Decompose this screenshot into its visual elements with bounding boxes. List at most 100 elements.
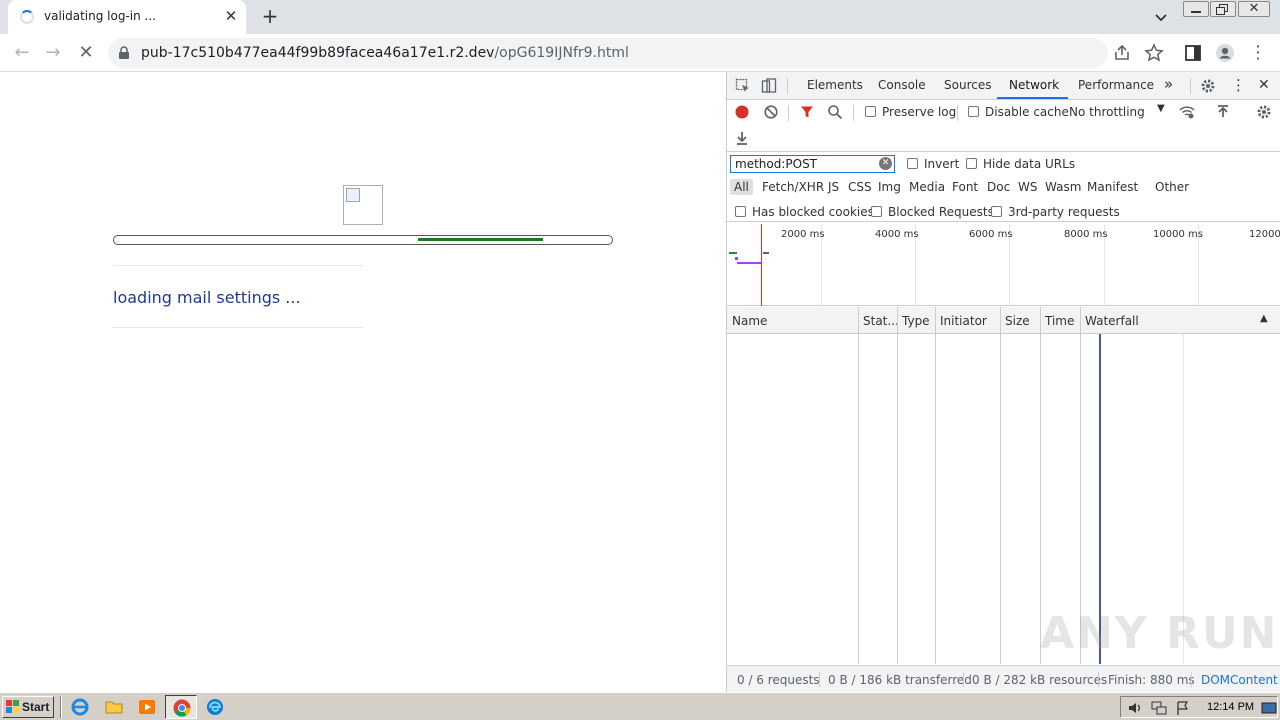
network-conditions-icon[interactable] [1179, 104, 1195, 120]
tab-console[interactable]: Console [878, 78, 926, 92]
tab-sources[interactable]: Sources [944, 78, 991, 92]
filter-bar: method:POST ✕ Invert Hide data URLs All … [727, 152, 1280, 222]
hide-data-urls-checkbox[interactable] [966, 158, 977, 169]
type-filter-wasm[interactable]: Wasm [1041, 179, 1085, 195]
close-devtools-icon[interactable]: ✕ [1258, 77, 1270, 93]
start-button[interactable]: Start [2, 696, 54, 718]
action-center-flag-icon[interactable] [1175, 700, 1191, 716]
filter-input[interactable]: method:POST [730, 155, 895, 173]
invert-label: Invert [924, 157, 960, 171]
third-party-checkbox[interactable] [991, 206, 1002, 217]
separator [1191, 672, 1192, 687]
throttling-dropdown-icon[interactable]: ▼ [1157, 103, 1165, 114]
record-icon[interactable] [734, 104, 750, 120]
has-blocked-cookies-checkbox[interactable] [735, 206, 746, 217]
type-filter-all[interactable]: All [730, 179, 753, 195]
blocked-requests-checkbox[interactable] [871, 206, 882, 217]
progress-bar-fill [418, 238, 543, 241]
tab-performance[interactable]: Performance [1078, 78, 1154, 92]
clear-icon[interactable] [763, 104, 779, 120]
column-status[interactable]: Stat... [863, 314, 899, 328]
more-tabs-chevron-icon[interactable]: » [1164, 75, 1173, 93]
disable-cache-checkbox[interactable] [968, 106, 979, 117]
network-status-bar: 0 / 6 requests 0 B / 186 kB transferred … [727, 665, 1280, 692]
lock-icon [119, 46, 129, 59]
status-requests: 0 / 6 requests [737, 673, 820, 687]
network-toolbar: Preserve log Disable cache No throttling… [727, 100, 1280, 152]
restore-button[interactable] [1210, 1, 1236, 17]
tab-title: validating log-in ... [44, 9, 156, 23]
import-har-icon[interactable] [1215, 104, 1231, 120]
network-icon[interactable] [1151, 700, 1167, 716]
settings-gear-icon[interactable] [1200, 78, 1216, 94]
start-label: Start [22, 700, 50, 714]
side-panel-icon[interactable] [1183, 43, 1203, 63]
new-tab-button[interactable]: + [258, 4, 282, 28]
chrome-taskbar-button[interactable] [165, 695, 197, 719]
type-filter-other[interactable]: Other [1151, 179, 1193, 195]
tab-elements[interactable]: Elements [807, 78, 863, 92]
type-filter-doc[interactable]: Doc [983, 179, 1014, 195]
column-name[interactable]: Name [732, 314, 767, 328]
type-filter-css[interactable]: CSS [844, 179, 876, 195]
column-type[interactable]: Type [902, 314, 930, 328]
column-initiator[interactable]: Initiator [940, 314, 987, 328]
network-settings-gear-icon[interactable] [1256, 104, 1272, 120]
browser-tab[interactable]: validating log-in ... ✕ [8, 0, 246, 34]
progress-bar [113, 235, 613, 245]
profile-avatar-icon[interactable] [1215, 43, 1235, 63]
chevron-down-icon[interactable] [1150, 6, 1172, 28]
device-toggle-icon[interactable] [761, 78, 777, 94]
throttling-select[interactable]: No throttling [1069, 105, 1145, 119]
close-window-button[interactable]: ✕ [1238, 1, 1270, 17]
column-time[interactable]: Time [1045, 314, 1074, 328]
forward-arrow-icon[interactable]: → [40, 40, 66, 66]
devtools-tabbar: Elements Console Sources Network Perform… [727, 72, 1280, 100]
overview-tick-label: 10000 ms [1153, 229, 1203, 240]
type-filter-manifest[interactable]: Manifest [1083, 179, 1142, 195]
separator [1098, 672, 1099, 687]
minimize-button[interactable] [1183, 1, 1209, 17]
clear-filter-icon[interactable]: ✕ [879, 157, 892, 170]
column-size[interactable]: Size [1005, 314, 1030, 328]
inspect-element-icon[interactable] [735, 78, 751, 94]
tab-network[interactable]: Network [1009, 78, 1059, 92]
column-waterfall[interactable]: Waterfall [1085, 314, 1139, 328]
request-table-header: Name Stat... Type Initiator Size Time Wa… [727, 307, 1280, 334]
type-filter-img[interactable]: Img [874, 179, 905, 195]
show-desktop-icon[interactable] [1261, 700, 1277, 716]
type-filter-font[interactable]: Font [948, 179, 982, 195]
type-filter-media[interactable]: Media [905, 179, 949, 195]
volume-icon[interactable] [1127, 700, 1143, 716]
internet-explorer-icon[interactable] [70, 697, 90, 717]
separator [1190, 78, 1191, 94]
preserve-log-checkbox[interactable] [865, 106, 876, 117]
network-overview[interactable]: 2000 ms 4000 ms 6000 ms 8000 ms 10000 ms… [727, 224, 1280, 306]
export-har-icon[interactable] [734, 130, 750, 146]
type-filter-js[interactable]: JS [824, 179, 843, 195]
kebab-menu-icon[interactable]: ⋮ [1231, 76, 1246, 94]
filter-icon[interactable] [799, 104, 815, 120]
overview-request-bar [763, 252, 769, 254]
address-bar[interactable]: pub-17c510b477ea44f99b89facea46a17e1.r2.… [108, 38, 1108, 68]
overview-tick-label: 4000 ms [875, 229, 919, 240]
menu-dots-icon[interactable]: ⋮ [1248, 43, 1268, 63]
back-arrow-icon[interactable]: ← [9, 40, 35, 66]
share-icon[interactable] [1112, 43, 1132, 63]
stop-loading-icon[interactable]: ✕ [73, 40, 99, 66]
tab-close-icon[interactable]: ✕ [222, 7, 240, 25]
search-icon[interactable] [827, 104, 843, 120]
invert-checkbox[interactable] [907, 158, 918, 169]
divider-top [113, 265, 363, 266]
status-finish: Finish: 880 ms [1108, 673, 1195, 687]
media-player-icon[interactable] [137, 697, 157, 717]
folder-icon[interactable] [104, 697, 124, 717]
edge-icon[interactable] [205, 697, 225, 717]
bookmark-star-icon[interactable] [1144, 43, 1164, 63]
type-filter-fetch-xhr[interactable]: Fetch/XHR [758, 179, 828, 195]
chrome-icon [173, 699, 191, 717]
type-filter-ws[interactable]: WS [1014, 179, 1041, 195]
divider-bottom [113, 327, 363, 328]
sort-ascending-icon[interactable]: ▲ [1260, 313, 1268, 324]
overview-tick-label: 2000 ms [781, 229, 825, 240]
